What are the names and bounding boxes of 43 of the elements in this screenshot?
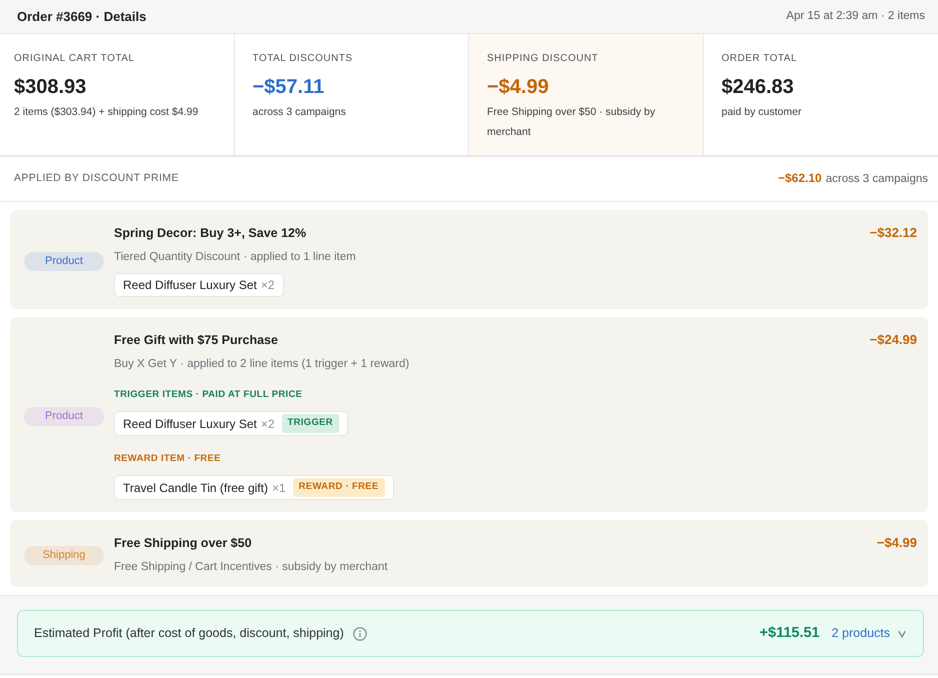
campaign-title: Free Shipping over $50 (114, 535, 252, 551)
order-meta: Apr 15 at 2:39 am · 2 items (786, 8, 925, 24)
item-quantity: ×2 (260, 416, 275, 432)
campaign-description: Buy X Get Y · applied to 2 line items (1 trigger + 1 reward) (114, 357, 410, 372)
item-name: Reed Diffuser Luxury Set (123, 416, 257, 432)
applied-discount-total: −$62.10 (778, 170, 822, 188)
item-name: Reed Diffuser Luxury Set (123, 277, 257, 294)
profit-amount: +$115.51 (760, 624, 820, 643)
item-group-heading: REWARD ITEM · FREE (114, 453, 222, 465)
item-quantity: ×1 (272, 480, 286, 496)
stat-label: ORDER TOTAL (722, 52, 798, 66)
products-toggle[interactable]: 2 products (832, 624, 906, 643)
stat-note: 2 items ($303.94) + shipping cost $4.99 (14, 105, 200, 120)
item-quantity: ×2 (260, 277, 275, 294)
info-icon[interactable] (352, 626, 367, 640)
campaign-category: Product (24, 252, 104, 270)
campaign-title: Spring Decor: Buy 3+, Save 12% (114, 225, 306, 241)
stat-note: Free Shipping over $50 · subsidy by merchant (487, 105, 656, 140)
stat-note: paid by customer (722, 105, 802, 120)
order-title: Order #3669 · Details (17, 8, 146, 26)
reward-label: REWARD · FREE (292, 478, 385, 497)
campaign-category: Product (24, 406, 104, 426)
stat-label: SHIPPING DISCOUNT (487, 52, 600, 66)
campaign-category: Shipping (24, 546, 104, 564)
campaign-discount: −$24.99 (870, 332, 917, 348)
stat-value: −$4.99 (487, 75, 550, 99)
applied-campaign-count: across 3 campaigns (826, 172, 928, 188)
item-name: Travel Candle Tin (free gift) (123, 480, 268, 496)
campaign-description: Tiered Quantity Discount · applied to 1 line item (114, 250, 357, 265)
campaign-discount: −$32.12 (870, 225, 917, 241)
stat-value: −$57.11 (252, 75, 326, 99)
campaign-title: Free Gift with $75 Purchase (114, 332, 278, 348)
stat-value: $308.93 (14, 75, 88, 99)
stat-label: ORIGINAL CART TOTAL (14, 52, 136, 66)
trigger-label: TRIGGER (282, 414, 339, 433)
stat-note: across 3 campaigns (252, 105, 347, 120)
profit-label: Estimated Profit (after cost of goods, discount, shipping) (34, 625, 344, 642)
campaign-description: Free Shipping / Cart Incentives · subsidy by merchant (114, 560, 389, 575)
campaign-discount: −$4.99 (876, 535, 917, 551)
section-heading: APPLIED BY DISCOUNT PRIME (14, 171, 179, 186)
item-group-heading: TRIGGER ITEMS · PAID AT FULL PRICE (114, 389, 304, 401)
stat-label: TOTAL DISCOUNTS (252, 52, 354, 66)
stat-value: $246.83 (722, 75, 795, 99)
